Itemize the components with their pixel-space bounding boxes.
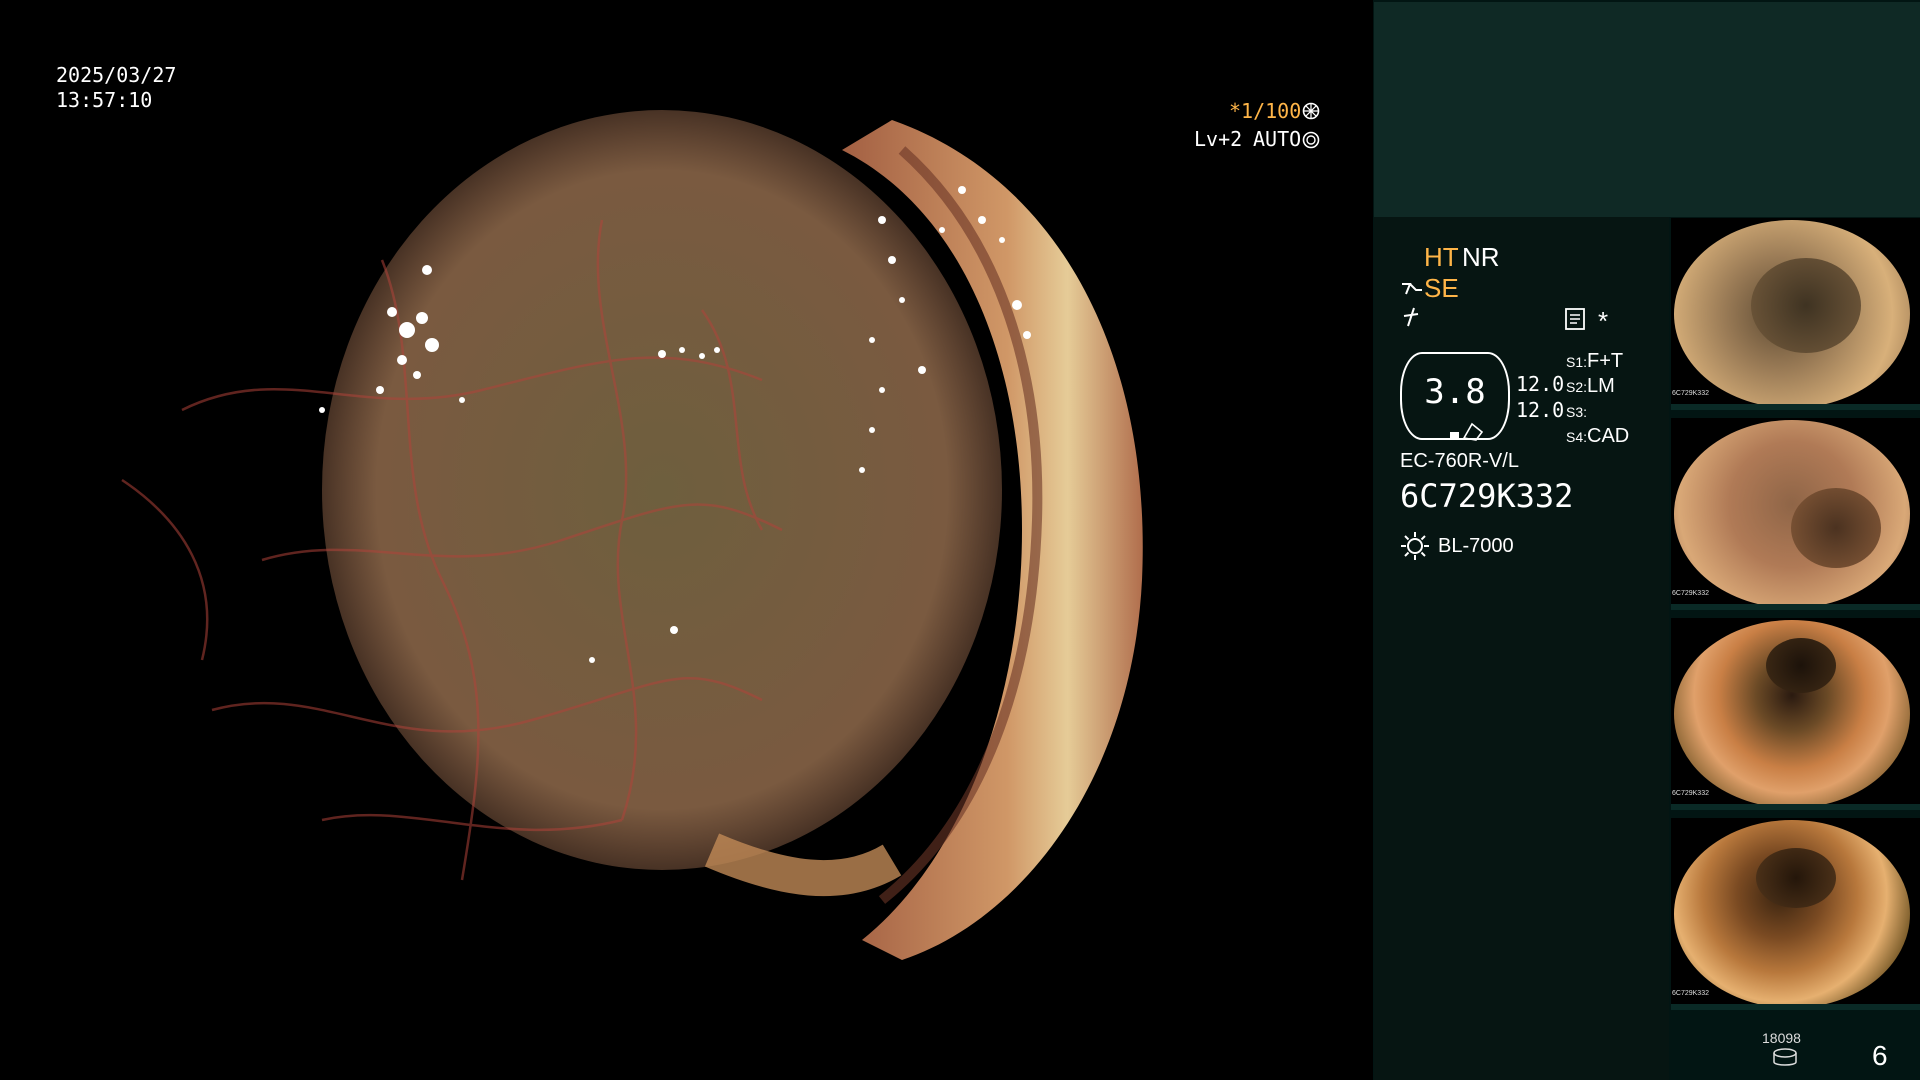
thumbnail-lumen (1756, 848, 1836, 908)
page-number: 6 (1872, 1040, 1888, 1071)
thumbnail-bar (1671, 604, 1920, 610)
exam-date: 2025/03/27 (56, 63, 177, 87)
thumbnail-serial: 6C729K332 (1672, 390, 1709, 397)
switch-s2: S2:LM (1566, 375, 1615, 397)
auto-label: AUTO (1253, 127, 1302, 151)
endoscope-view: 2025/03/27 13:57:10 *1/100 Lv+2 AUTO (0, 0, 1373, 1080)
memo-icon (1565, 308, 1585, 330)
thumbnail-lumen (1751, 258, 1861, 353)
scope-model: EC-760R-V/L (1400, 450, 1519, 472)
switch-s1: S1:F+T (1566, 350, 1624, 372)
value-b: 12.0 (1516, 398, 1565, 422)
status-panel-info (1374, 217, 1669, 1080)
thumbnail-lumen (1791, 488, 1881, 568)
bolt-icon (1402, 306, 1420, 328)
ht-indicator: HT (1424, 242, 1459, 272)
value-a: 12.0 (1516, 372, 1565, 396)
thumbnail-serial: 6C729K332 (1672, 590, 1709, 597)
status-panel-header (1374, 2, 1920, 217)
light-source: BL-7000 (1438, 535, 1514, 557)
gauge-needle (1450, 418, 1510, 442)
thumbnail-1[interactable]: 6C729K332 (1671, 218, 1920, 410)
thumbnail-bar (1671, 404, 1920, 410)
shutter-icon (1302, 102, 1320, 120)
thumbnail-bar (1671, 804, 1920, 810)
thumbnail-2[interactable]: 6C729K332 (1671, 418, 1920, 610)
switch-s3: S3: (1566, 404, 1588, 420)
thumbnail-lumen (1766, 638, 1836, 693)
storage-icon (1772, 1048, 1798, 1068)
exposure-level: Lv+2 (1194, 127, 1243, 151)
endoscopic-image (62, 60, 1310, 1018)
scope-serial: 6C729K332 (1400, 477, 1574, 515)
gauge-value: 3.8 (1424, 372, 1486, 412)
mucosa-detail (121, 110, 1143, 960)
nr-indicator: NR (1462, 242, 1500, 272)
thumbnail-bar (1671, 1004, 1920, 1010)
se-indicator: SE (1424, 273, 1459, 303)
exam-time: 13:57:10 (56, 88, 153, 112)
light-source-icon (1400, 531, 1430, 561)
asterisk-indicator: * (1598, 306, 1609, 336)
thumbnail-serial: 6C729K332 (1672, 790, 1709, 797)
record-count: 18098 (1762, 1030, 1801, 1046)
auto-icon (1302, 131, 1320, 149)
switch-s4: S4:CAD (1566, 425, 1630, 447)
shutter-speed: *1/100 (1229, 99, 1302, 123)
se-icon (1400, 278, 1424, 298)
thumbnail-3[interactable]: 6C729K332 (1671, 618, 1920, 810)
thumbnail-serial: 6C729K332 (1672, 990, 1709, 997)
thumbnail-4[interactable]: 6C729K332 (1671, 818, 1920, 1010)
